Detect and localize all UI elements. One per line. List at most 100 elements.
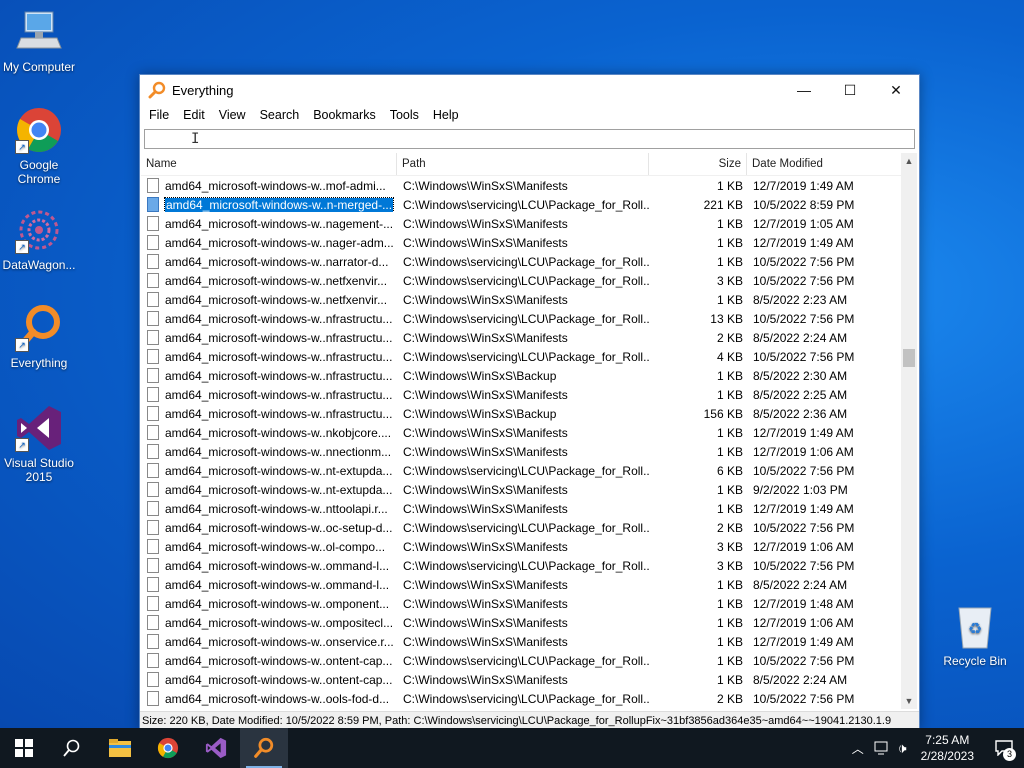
cell-name: amd64_microsoft-windows-w..nfrastructu..… xyxy=(141,311,397,326)
table-row[interactable]: amd64_microsoft-windows-w..oc-setup-d...… xyxy=(141,518,901,537)
desktop-icon-everything[interactable]: ↗ Everything xyxy=(0,304,78,370)
cell-size: 1 KB xyxy=(716,387,743,402)
table-row[interactable]: amd64_microsoft-windows-w..omponent... C:… xyxy=(141,594,901,613)
table-row[interactable]: amd64_microsoft-windows-w..ommand-l... C:… xyxy=(141,556,901,575)
table-row[interactable]: amd64_microsoft-windows-w..nfrastructu..… xyxy=(141,404,901,423)
table-row[interactable]: amd64_microsoft-windows-w..ontent-cap...… xyxy=(141,651,901,670)
table-row[interactable]: amd64_microsoft-windows-w..ol-compo... C:… xyxy=(141,537,901,556)
menu-file[interactable]: File xyxy=(142,108,176,122)
window-title: Everything xyxy=(172,82,234,98)
menu-help[interactable]: Help xyxy=(426,108,466,122)
table-row[interactable]: amd64_microsoft-windows-w..nfrastructu..… xyxy=(141,347,901,366)
volume-icon[interactable]: 🕩 xyxy=(898,740,907,757)
table-row[interactable]: amd64_microsoft-windows-w..nfrastructu..… xyxy=(141,309,901,328)
scroll-down-icon[interactable]: ▼ xyxy=(901,693,917,709)
file-icon xyxy=(147,387,159,402)
results-list[interactable]: Name Path Size Date Modified amd64_micro… xyxy=(141,153,901,709)
table-row[interactable]: amd64_microsoft-windows-w..narrator-d...… xyxy=(141,252,901,271)
cell-name: amd64_microsoft-windows-w..nkobjcore.... xyxy=(141,425,397,440)
clock-time: 7:25 AM xyxy=(925,733,970,747)
desktop-icon-visual-studio[interactable]: ↗ Visual Studio 2015 xyxy=(0,404,78,484)
notification-center-button[interactable]: 3 xyxy=(984,728,1024,768)
vertical-scrollbar[interactable]: ▲ ▼ xyxy=(901,153,917,709)
cell-date-modified: 10/5/2022 7:56 PM xyxy=(753,463,855,478)
table-row[interactable]: amd64_microsoft-windows-w..nfrastructu..… xyxy=(141,385,901,404)
cell-date-modified: 10/5/2022 7:56 PM xyxy=(753,349,855,364)
scroll-thumb[interactable] xyxy=(903,349,915,367)
table-row[interactable]: amd64_microsoft-windows-w..mof-admi... C:… xyxy=(141,176,901,195)
column-header-name[interactable]: Name xyxy=(141,153,397,175)
cell-date-modified: 12/7/2019 1:49 AM xyxy=(753,235,854,250)
taskbar-file-explorer[interactable] xyxy=(96,728,144,768)
file-icon xyxy=(147,482,159,497)
table-row[interactable]: amd64_microsoft-windows-w..ools-fod-d...… xyxy=(141,689,901,708)
chevron-up-icon[interactable]: ︿ xyxy=(852,740,864,757)
cell-path: C:\Windows\WinSxS\Backup xyxy=(403,368,557,383)
menu-tools[interactable]: Tools xyxy=(383,108,426,122)
close-button[interactable]: ✕ xyxy=(873,75,919,105)
file-icon xyxy=(147,577,159,592)
table-row[interactable]: amd64_microsoft-windows-w..nagement-... C… xyxy=(141,214,901,233)
table-row[interactable]: amd64_microsoft-windows-w..nt-extupda...… xyxy=(141,461,901,480)
cell-name: amd64_microsoft-windows-w..ol-compo... xyxy=(141,539,397,554)
maximize-button[interactable]: ☐ xyxy=(827,75,873,105)
cell-size: 1 KB xyxy=(716,596,743,611)
cell-name: amd64_microsoft-windows-w..netfxenvir... xyxy=(141,273,397,288)
table-row[interactable]: amd64_microsoft-windows-w..nt-extupda...… xyxy=(141,480,901,499)
clock[interactable]: 7:25 AM 2/28/2023 xyxy=(921,732,974,764)
desktop-icon-recycle-bin[interactable]: ♻ Recycle Bin xyxy=(936,602,1014,668)
cell-date-modified: 12/7/2019 1:06 AM xyxy=(753,539,854,554)
file-name: amd64_microsoft-windows-w..ompositecl... xyxy=(165,615,394,630)
desktop-icon-my-computer[interactable]: My Computer xyxy=(0,8,78,74)
table-row[interactable]: amd64_microsoft-windows-w..ompositecl...… xyxy=(141,613,901,632)
taskbar-everything[interactable] xyxy=(240,728,288,768)
table-row[interactable]: amd64_microsoft-windows-w..ontent-cap...… xyxy=(141,670,901,689)
cell-size: 2 KB xyxy=(716,691,743,706)
cell-path: C:\Windows\WinSxS\Backup xyxy=(403,406,557,421)
close-icon: ✕ xyxy=(890,81,902,98)
start-button[interactable] xyxy=(0,728,48,768)
table-row[interactable]: amd64_microsoft-windows-w..nfrastructu..… xyxy=(141,366,901,385)
table-row[interactable]: amd64_microsoft-windows-w..nttoolapi.r..… xyxy=(141,499,901,518)
column-header-size[interactable]: Size xyxy=(649,153,747,175)
table-row[interactable]: amd64_microsoft-windows-w..netfxenvir...… xyxy=(141,271,901,290)
cell-name: amd64_microsoft-windows-w..ompositecl... xyxy=(141,615,397,630)
minimize-button[interactable]: — xyxy=(781,75,827,105)
taskbar-search-button[interactable] xyxy=(48,728,96,768)
cell-size: 1 KB xyxy=(716,444,743,459)
cell-date-modified: 8/5/2022 2:36 AM xyxy=(753,406,848,421)
desktop-icon-label: Everything xyxy=(10,356,68,370)
menu-view[interactable]: View xyxy=(212,108,253,122)
cell-path: C:\Windows\servicing\LCU\Package_for_Rol… xyxy=(403,311,649,326)
menu-search[interactable]: Search xyxy=(253,108,307,122)
table-row[interactable]: amd64_microsoft-windows-w..ommand-l... C:… xyxy=(141,575,901,594)
file-name: amd64_microsoft-windows-w..nkobjcore.... xyxy=(165,425,392,440)
title-bar[interactable]: Everything — ☐ ✕ xyxy=(140,75,919,105)
desktop-icon-google-chrome[interactable]: ↗ Google Chrome xyxy=(0,106,78,186)
scroll-up-icon[interactable]: ▲ xyxy=(901,153,917,169)
table-row[interactable]: amd64_microsoft-windows-w..nnectionm... C… xyxy=(141,442,901,461)
column-header-path[interactable]: Path xyxy=(397,153,649,175)
table-row[interactable]: amd64_microsoft-windows-w..nkobjcore....… xyxy=(141,423,901,442)
table-row[interactable]: amd64_microsoft-windows-w..onservice.r..… xyxy=(141,632,901,651)
table-row[interactable]: amd64_microsoft-windows-w..nager-adm... C… xyxy=(141,233,901,252)
cell-name: amd64_microsoft-windows-w..narrator-d... xyxy=(141,254,397,269)
column-header-date-modified[interactable]: Date Modified xyxy=(747,153,899,175)
taskbar-visual-studio[interactable] xyxy=(192,728,240,768)
recycle-bin-icon: ♻ xyxy=(951,602,999,650)
desktop-icon-datawagon[interactable]: ↗ DataWagon... xyxy=(0,206,78,272)
cell-name: amd64_microsoft-windows-w..nager-adm... xyxy=(141,235,397,250)
taskbar-chrome[interactable] xyxy=(144,728,192,768)
chrome-icon xyxy=(157,737,179,759)
cell-path: C:\Windows\servicing\LCU\Package_for_Rol… xyxy=(403,349,649,364)
search-input[interactable]: I xyxy=(144,129,915,149)
status-bar: Size: 220 KB, Date Modified: 10/5/2022 8… xyxy=(140,711,919,729)
menu-edit[interactable]: Edit xyxy=(176,108,212,122)
menu-bookmarks[interactable]: Bookmarks xyxy=(306,108,383,122)
table-row[interactable]: amd64_microsoft-windows-w..nfrastructu..… xyxy=(141,328,901,347)
start-icon xyxy=(15,739,33,757)
table-row[interactable]: amd64_microsoft-windows-w..n-merged-... C… xyxy=(141,195,901,214)
network-icon[interactable] xyxy=(874,741,892,755)
file-icon xyxy=(147,596,159,611)
table-row[interactable]: amd64_microsoft-windows-w..netfxenvir...… xyxy=(141,290,901,309)
